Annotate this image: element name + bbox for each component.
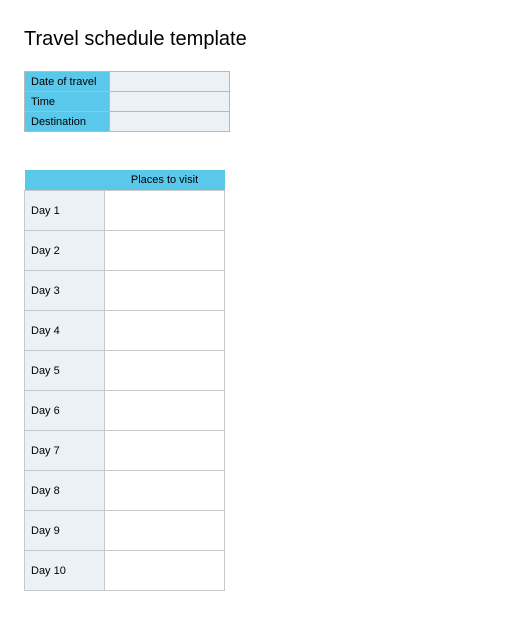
day-value (105, 471, 225, 511)
day-label: Day 4 (25, 311, 105, 351)
day-label: Day 9 (25, 511, 105, 551)
info-value-time (110, 92, 230, 112)
info-row: Time (25, 92, 230, 112)
schedule-header-corner (25, 170, 105, 191)
day-label: Day 8 (25, 471, 105, 511)
schedule-row: Day 6 (25, 391, 225, 431)
schedule-row: Day 7 (25, 431, 225, 471)
schedule-header-row: Places to visit (25, 170, 225, 191)
schedule-row: Day 3 (25, 271, 225, 311)
day-value (105, 391, 225, 431)
day-label: Day 5 (25, 351, 105, 391)
info-row: Destination (25, 112, 230, 132)
schedule-row: Day 8 (25, 471, 225, 511)
day-label: Day 1 (25, 191, 105, 231)
schedule-row: Day 5 (25, 351, 225, 391)
info-value-date (110, 72, 230, 92)
day-label: Day 6 (25, 391, 105, 431)
schedule-row: Day 2 (25, 231, 225, 271)
day-label: Day 3 (25, 271, 105, 311)
page-title: Travel schedule template (24, 28, 492, 51)
schedule-row: Day 4 (25, 311, 225, 351)
schedule-row: Day 1 (25, 191, 225, 231)
schedule-header-places: Places to visit (105, 170, 225, 191)
info-row: Date of travel (25, 72, 230, 92)
info-value-destination (110, 112, 230, 132)
day-value (105, 271, 225, 311)
day-value (105, 231, 225, 271)
info-label-time: Time (25, 92, 110, 112)
day-value (105, 311, 225, 351)
day-label: Day 2 (25, 231, 105, 271)
day-value (105, 191, 225, 231)
info-label-date: Date of travel (25, 72, 110, 92)
day-value (105, 511, 225, 551)
info-label-destination: Destination (25, 112, 110, 132)
day-value (105, 351, 225, 391)
schedule-row: Day 9 (25, 511, 225, 551)
info-table: Date of travel Time Destination (24, 71, 230, 132)
schedule-table: Places to visit Day 1 Day 2 Day 3 Day 4 … (24, 170, 225, 591)
day-value (105, 431, 225, 471)
day-label: Day 7 (25, 431, 105, 471)
